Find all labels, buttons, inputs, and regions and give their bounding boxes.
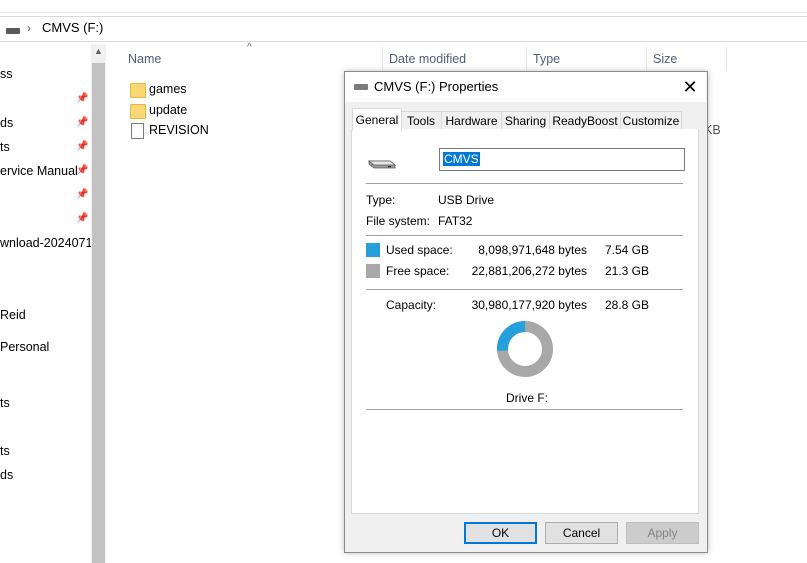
address-path[interactable]: CMVS (F:) [42, 20, 103, 35]
column-header-name[interactable]: Name [128, 52, 161, 66]
column-divider[interactable] [726, 46, 727, 70]
close-icon[interactable]: ✕ [678, 76, 702, 98]
divider [366, 235, 683, 237]
column-header-date[interactable]: Date modified [389, 52, 466, 66]
nav-item[interactable]: ts [0, 396, 10, 410]
capacity-gb: 28.8 GB [604, 298, 649, 312]
file-name: update [149, 103, 188, 117]
chevron-right-icon[interactable]: › [27, 21, 31, 35]
usb-drive-icon [354, 84, 368, 90]
pin-icon: 📌 [76, 189, 89, 200]
file-name: games [149, 82, 187, 96]
pin-icon: 📌 [76, 93, 89, 104]
filesystem-value: FAT32 [438, 214, 473, 228]
volume-name-text[interactable]: CMVS [443, 152, 480, 166]
address-bar[interactable] [0, 16, 807, 42]
file-name: REVISION [149, 123, 209, 137]
nav-item[interactable]: Personal [0, 340, 49, 354]
column-divider[interactable] [526, 46, 527, 70]
tab-tools[interactable]: Tools [401, 111, 442, 130]
pin-icon: 📌 [76, 141, 89, 152]
usage-donut [497, 321, 553, 377]
divider [366, 289, 683, 291]
apply-button[interactable]: Apply [626, 522, 699, 544]
nav-item[interactable]: ds [0, 116, 13, 130]
nav-item[interactable]: wnload-20240716T [0, 236, 91, 250]
nav-item[interactable]: ts [0, 140, 10, 154]
tab-sharing[interactable]: Sharing [502, 111, 550, 130]
used-space-arc [497, 321, 526, 351]
type-label: Type: [366, 193, 396, 207]
folder-icon [130, 104, 146, 119]
used-space-gb: 7.54 GB [604, 243, 649, 257]
used-space-label: Used space: [386, 243, 453, 257]
document-icon [131, 123, 144, 139]
used-space-bytes: 8,098,971,648 bytes [478, 243, 587, 257]
pin-icon: 📌 [76, 213, 89, 224]
folder-icon [130, 83, 146, 98]
filesystem-label: File system: [366, 214, 431, 228]
column-header-type[interactable]: Type [533, 52, 560, 66]
scroll-up-icon[interactable]: ▲ [91, 46, 106, 60]
nav-item[interactable]: Reid [0, 308, 26, 322]
pin-icon: 📌 [76, 117, 89, 128]
dialog-title: CMVS (F:) Properties [374, 79, 499, 94]
free-space-label: Free space: [386, 264, 450, 278]
divider [366, 409, 683, 411]
nav-item[interactable]: ss [0, 67, 13, 81]
tab-customize[interactable]: Customize [621, 111, 682, 130]
usb-drive-icon [368, 160, 396, 169]
tab-hardware[interactable]: Hardware [442, 111, 502, 130]
capacity-label: Capacity: [386, 298, 437, 312]
divider [366, 183, 683, 185]
tab-general[interactable]: General [352, 108, 402, 131]
tab-readyboost[interactable]: ReadyBoost [550, 111, 621, 130]
sort-ascending-icon: ^ [247, 42, 252, 53]
type-value: USB Drive [438, 193, 495, 207]
window-top-edge [0, 0, 807, 13]
usb-drive-icon [6, 28, 20, 34]
free-space-bytes: 22,881,206,272 bytes [471, 264, 587, 278]
used-space-swatch [366, 243, 380, 257]
nav-item[interactable]: ervice Manual [0, 164, 78, 178]
drive-label: Drive F: [506, 391, 548, 405]
capacity-bytes: 30,980,177,920 bytes [471, 298, 587, 312]
nav-scrollbar-thumb[interactable] [92, 63, 105, 563]
nav-item[interactable]: ts [0, 444, 10, 458]
nav-item[interactable]: ds [0, 468, 13, 482]
column-divider[interactable] [382, 46, 383, 70]
column-divider[interactable] [646, 46, 647, 70]
ok-button[interactable]: OK [464, 522, 537, 544]
free-space-swatch [366, 264, 380, 278]
cancel-button[interactable]: Cancel [545, 522, 618, 544]
column-header-size[interactable]: Size [653, 52, 677, 66]
pin-icon: 📌 [76, 165, 89, 176]
free-space-gb: 21.3 GB [604, 264, 649, 278]
